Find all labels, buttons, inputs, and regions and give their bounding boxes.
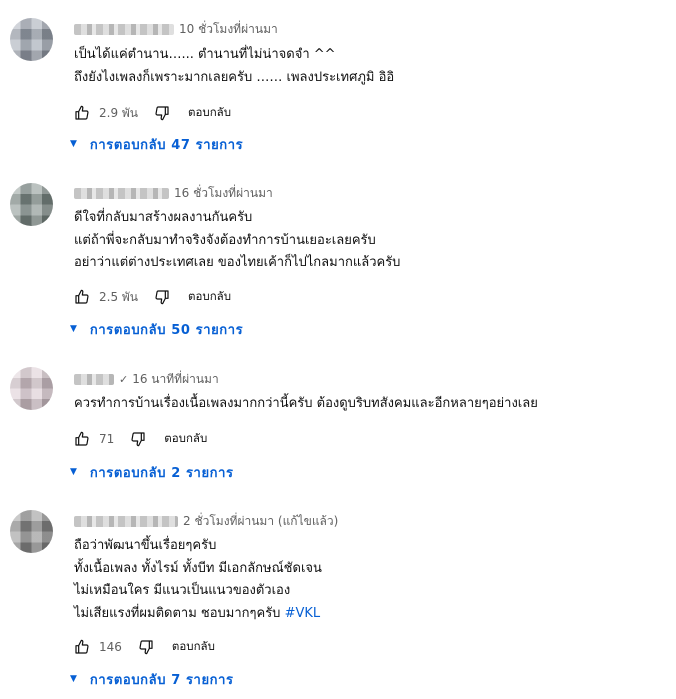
comment-time[interactable]: 16 นาทีที่ผ่านมา (132, 370, 218, 389)
avatar[interactable] (10, 183, 53, 226)
caret-down-icon: ▼ (70, 467, 77, 477)
comment-time[interactable]: 2 ชั่วโมงที่ผ่านมา (แก้ไขแล้ว) (183, 512, 338, 531)
thumbs-up-icon[interactable] (72, 103, 92, 123)
view-replies-button[interactable]: ▼ การตอบกลับ 2 รายการ (70, 461, 234, 483)
thumbs-up-icon[interactable] (72, 637, 92, 657)
comment-text: ดีใจที่กลับมาสร้างผลงานกันครับ แต่ถ้าพี่… (74, 207, 400, 275)
comment-actions: 71 ตอบกลับ (72, 428, 207, 450)
comment-line: ทั้งเนื้อเพลง ทั้งไรม์ ทั้งบีท มีเอกลักษ… (74, 560, 322, 576)
thumbs-down-icon[interactable] (152, 287, 172, 307)
comment-line: แต่ถ้าพี่จะกลับมาทำจริงจังต้องทำการบ้านเ… (74, 232, 376, 248)
comment-header: 2 ชั่วโมงที่ผ่านมา (แก้ไขแล้ว) (74, 512, 338, 530)
view-replies-button[interactable]: ▼ การตอบกลับ 50 รายการ (70, 318, 243, 340)
like-count: 2.9 พัน (99, 105, 139, 120)
replies-label: การตอบกลับ 7 รายการ (89, 672, 234, 688)
comment-header: 16 ชั่วโมงที่ผ่านมา (74, 184, 273, 202)
replies-label: การตอบกลับ 50 รายการ (89, 322, 244, 338)
view-replies-button[interactable]: ▼ การตอบกลับ 7 รายการ (70, 668, 234, 690)
comment-line: ดีใจที่กลับมาสร้างผลงานกันครับ (74, 210, 253, 225)
comment-line-text: ไม่เสียแรงที่ผมติดตาม ชอบมากๆครับ (74, 605, 285, 621)
thumbs-up-icon[interactable] (72, 287, 92, 307)
comment-line: ถึงยังไงเพลงก็เพราะมากเลยครับ …… เพลงประ… (74, 69, 395, 85)
comment-line: เป็นได้แค่ตำนาน…... ตำนานที่ไม่น่าจดจำ ^… (74, 47, 336, 62)
verified-check-icon: ✓ (119, 372, 129, 386)
caret-down-icon: ▼ (70, 139, 77, 149)
replies-label: การตอบกลับ 2 รายการ (89, 465, 234, 481)
reply-button[interactable]: ตอบกลับ (188, 288, 231, 306)
caret-down-icon: ▼ (70, 324, 77, 334)
replies-label: การตอบกลับ 47 รายการ (89, 137, 244, 153)
comment-time[interactable]: 10 ชั่วโมงที่ผ่านมา (179, 20, 278, 39)
comment-header: ✓ 16 นาทีที่ผ่านมา (74, 370, 219, 388)
reply-button[interactable]: ตอบกลับ (164, 430, 207, 448)
author-name-blurred[interactable] (74, 515, 178, 527)
comment-line: ถือว่าพัฒนาขึ้นเรื่อยๆครับ (74, 538, 217, 553)
comment-actions: 146 ตอบกลับ (72, 636, 215, 658)
like-count: 146 (99, 640, 122, 654)
author-name-blurred[interactable] (74, 23, 174, 35)
avatar[interactable] (10, 510, 53, 553)
comment-header: 10 ชั่วโมงที่ผ่านมา (74, 20, 278, 38)
avatar[interactable] (10, 367, 53, 410)
caret-down-icon: ▼ (70, 674, 77, 684)
comment-actions: 2.5 พัน ตอบกลับ (72, 286, 231, 308)
like-count: 2.5 พัน (99, 289, 139, 304)
reply-button[interactable]: ตอบกลับ (188, 104, 231, 122)
comment-line: ไม่เสียแรงที่ผมติดตาม ชอบมากๆครับ #VKL (74, 603, 322, 626)
like-count: 71 (99, 432, 115, 446)
comment-text: ถือว่าพัฒนาขึ้นเรื่อยๆครับ ทั้งเนื้อเพลง… (74, 535, 322, 625)
reply-button[interactable]: ตอบกลับ (172, 638, 215, 656)
comment-line: ควรทำการบ้านเรื่องเนื้อเพลงมากกว่านี้ครั… (74, 396, 538, 411)
author-name-blurred[interactable] (74, 187, 169, 199)
hashtag-link[interactable]: #VKL (285, 606, 321, 621)
thumbs-up-icon[interactable] (72, 429, 92, 449)
author-name-blurred[interactable] (74, 373, 114, 385)
thumbs-down-icon[interactable] (128, 429, 148, 449)
comment-actions: 2.9 พัน ตอบกลับ (72, 102, 231, 124)
avatar[interactable] (10, 18, 53, 61)
thumbs-down-icon[interactable] (136, 637, 156, 657)
comment-text: เป็นได้แค่ตำนาน…... ตำนานที่ไม่น่าจดจำ ^… (74, 44, 394, 89)
comment-text: ควรทำการบ้านเรื่องเนื้อเพลงมากกว่านี้ครั… (74, 393, 538, 416)
view-replies-button[interactable]: ▼ การตอบกลับ 47 รายการ (70, 133, 243, 155)
comment-time[interactable]: 16 ชั่วโมงที่ผ่านมา (174, 184, 273, 203)
comment-line: อย่าว่าแต่ต่างประเทศเลย ของไทยเค้าก็ไปไก… (74, 255, 401, 270)
thumbs-down-icon[interactable] (152, 103, 172, 123)
comment-line: ไม่เหมือนใคร มีแนวเป็นแนวของตัวเอง (74, 583, 291, 598)
